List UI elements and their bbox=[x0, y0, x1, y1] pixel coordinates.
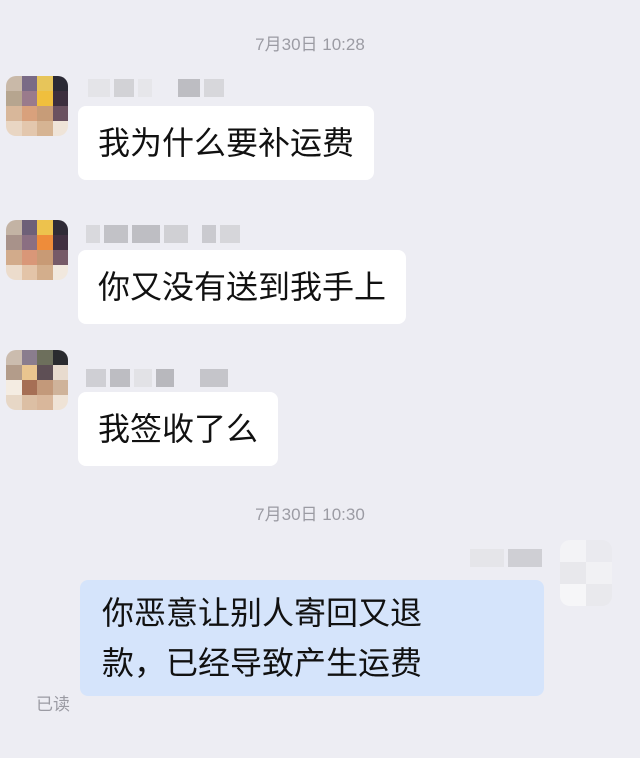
sender-name-blurred bbox=[88, 78, 224, 98]
sender-name-blurred bbox=[86, 224, 240, 244]
sender-name-blurred bbox=[470, 548, 542, 568]
message-line: 你恶意让别人寄回又退 bbox=[102, 594, 423, 632]
message-bubble-incoming[interactable]: 我为什么要补运费 bbox=[78, 106, 375, 180]
message-bubble-outgoing[interactable]: 你恶意让别人寄回又退 款，已经导致产生运费 bbox=[80, 580, 544, 696]
message-bubble-incoming[interactable]: 你又没有送到我手上 bbox=[78, 250, 407, 324]
avatar[interactable] bbox=[6, 76, 68, 136]
timestamp-label: 7月30日 10:30 bbox=[255, 505, 365, 524]
timestamp-label: 7月30日 10:28 bbox=[255, 35, 365, 54]
avatar[interactable] bbox=[560, 540, 612, 606]
avatar[interactable] bbox=[6, 220, 68, 280]
avatar[interactable] bbox=[6, 350, 68, 410]
sender-name-blurred bbox=[86, 368, 228, 388]
read-status-label: 已读 bbox=[36, 695, 70, 715]
message-line: 款，已经导致产生运费 bbox=[102, 644, 423, 682]
message-bubble-incoming[interactable]: 我签收了么 bbox=[78, 392, 279, 466]
